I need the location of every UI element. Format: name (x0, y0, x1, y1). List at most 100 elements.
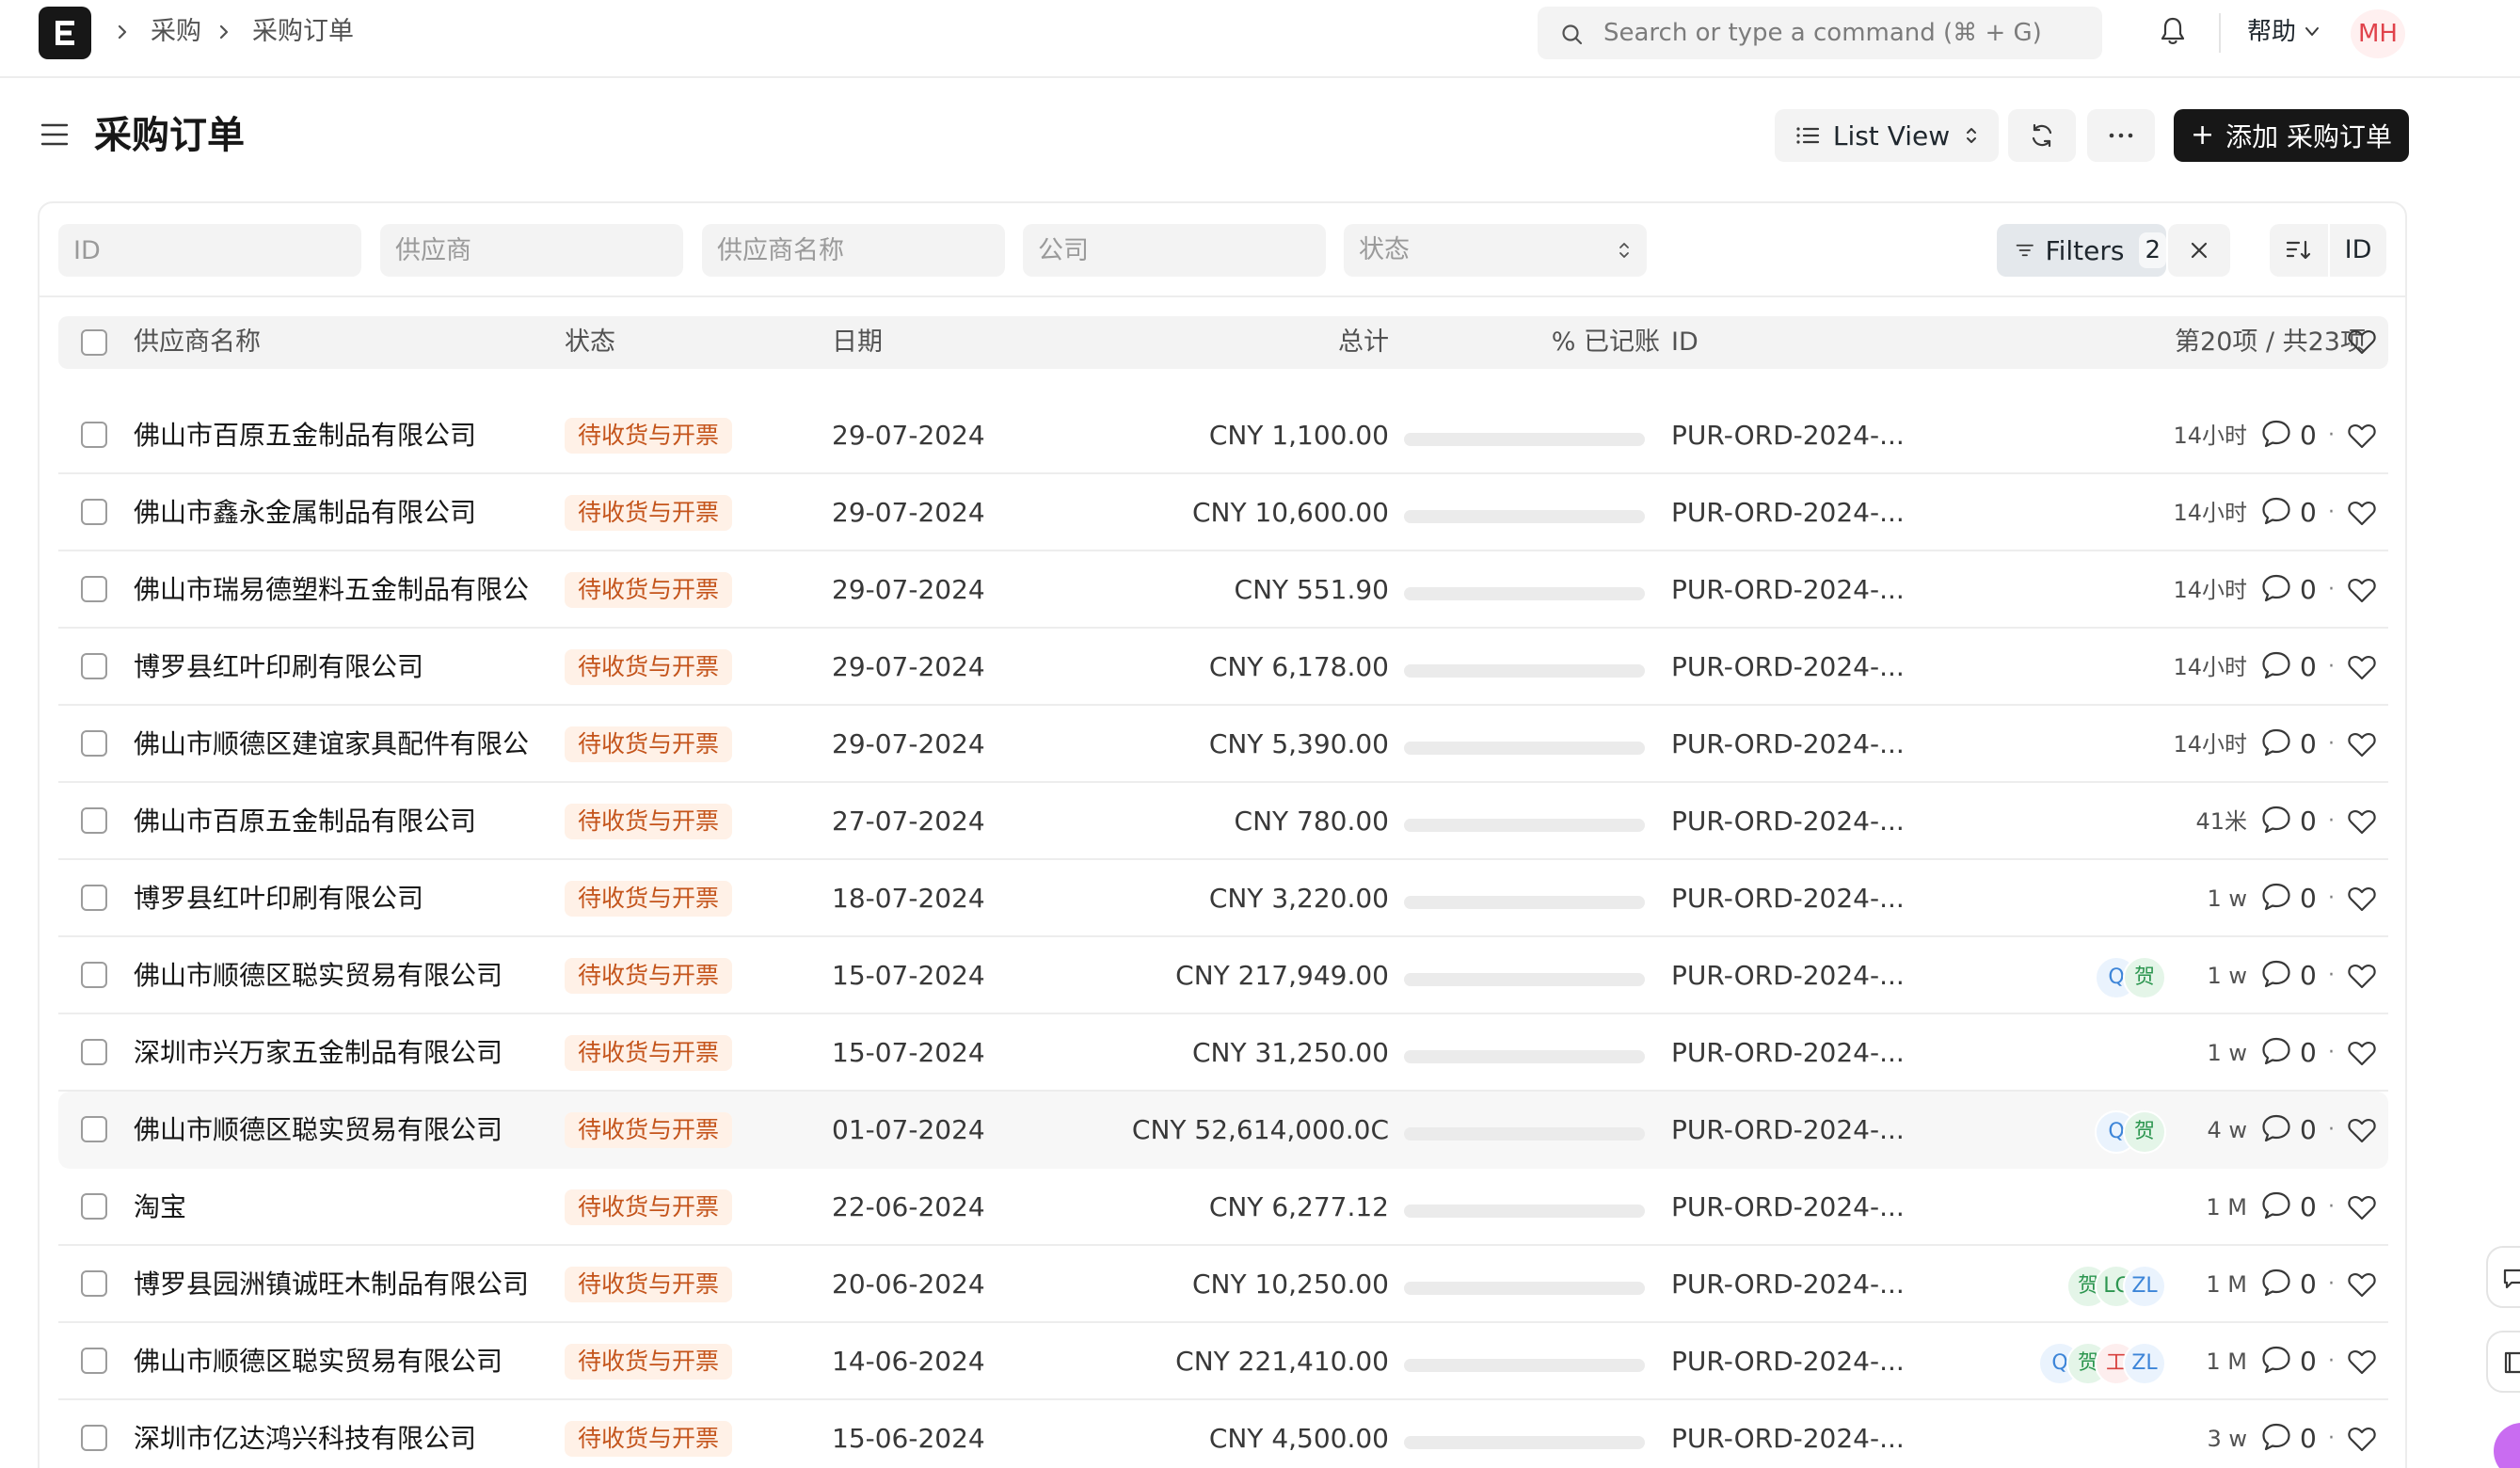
more-actions-button[interactable] (2087, 109, 2155, 162)
filters-button[interactable]: Filters 2 (1997, 224, 2166, 277)
order-id[interactable]: PUR-ORD-2024-... (1671, 418, 1905, 454)
order-id[interactable]: PUR-ORD-2024-... (1671, 958, 1905, 994)
table-row[interactable]: 佛山市顺德区建谊家具配件有限公 待收货与开票 29-07-2024 CNY 5,390… (58, 706, 2388, 783)
row-checkbox[interactable] (81, 885, 107, 911)
add-purchase-order-button[interactable]: + 添加 采购订单 (2174, 109, 2409, 162)
supplier-name[interactable]: 佛山市顺德区聪实贸易有限公司 (134, 958, 602, 994)
status-filter-select[interactable]: 状态 (1344, 224, 1647, 277)
supplier-name[interactable]: 博罗县红叶印刷有限公司 (134, 649, 602, 685)
supplier-name[interactable]: 深圳市兴万家五金制品有限公司 (134, 1035, 602, 1071)
supplier-name[interactable]: 佛山市百原五金制品有限公司 (134, 418, 602, 454)
order-id[interactable]: PUR-ORD-2024-... (1671, 1189, 1905, 1225)
select-all-checkbox[interactable] (81, 329, 107, 356)
heart-icon[interactable] (2347, 962, 2377, 990)
heart-icon[interactable] (2347, 1116, 2377, 1144)
table-row[interactable]: 佛山市顺德区聪实贸易有限公司 待收货与开票 01-07-2024 CNY 52,614… (58, 1092, 2388, 1169)
assignee-avatar[interactable]: ZL (2123, 1265, 2166, 1308)
supplier-name[interactable]: 佛山市顺德区聪实贸易有限公司 (134, 1344, 602, 1380)
comment-icon[interactable] (2260, 726, 2292, 758)
comment-icon[interactable] (2260, 804, 2292, 836)
assignee-avatar[interactable]: ZL (2123, 1342, 2166, 1385)
heart-icon[interactable] (2347, 327, 2377, 356)
comment-icon[interactable] (2260, 1112, 2292, 1144)
search-box[interactable] (1538, 7, 2102, 59)
clear-filters-button[interactable] (2168, 224, 2230, 277)
col-date[interactable]: 日期 (832, 326, 883, 359)
id-filter-input[interactable] (58, 224, 361, 277)
table-row[interactable]: 佛山市百原五金制品有限公司 待收货与开票 29-07-2024 CNY 1,100.0… (58, 397, 2388, 474)
col-id[interactable]: ID (1671, 326, 1699, 359)
sort-field-button[interactable]: ID (2330, 224, 2386, 277)
order-id[interactable]: PUR-ORD-2024-... (1671, 804, 1905, 839)
comment-icon[interactable] (2260, 881, 2292, 913)
row-checkbox[interactable] (81, 1270, 107, 1297)
heart-icon[interactable] (2347, 1425, 2377, 1453)
heart-icon[interactable] (2347, 1348, 2377, 1376)
col-total[interactable]: 总计 (1103, 326, 1389, 359)
comment-icon[interactable] (2260, 572, 2292, 604)
order-id[interactable]: PUR-ORD-2024-... (1671, 1421, 1905, 1457)
supplier-filter-input[interactable] (380, 224, 683, 277)
table-row[interactable]: 博罗县园洲镇诚旺木制品有限公司 待收货与开票 20-06-2024 CNY 10,25… (58, 1246, 2388, 1323)
table-row[interactable]: 佛山市百原五金制品有限公司 待收货与开票 27-07-2024 CNY 780.00 P… (58, 783, 2388, 860)
list-view-switcher[interactable]: List View (1775, 109, 1999, 162)
row-checkbox[interactable] (81, 653, 107, 679)
col-status[interactable]: 状态 (565, 326, 615, 359)
heart-icon[interactable] (2347, 1193, 2377, 1221)
supplier-name[interactable]: 佛山市顺德区聪实贸易有限公司 (134, 1112, 602, 1148)
sort-direction-button[interactable] (2270, 224, 2328, 277)
search-input[interactable] (1603, 7, 2083, 59)
supplier-name[interactable]: 博罗县园洲镇诚旺木制品有限公司 (134, 1267, 602, 1302)
order-id[interactable]: PUR-ORD-2024-... (1671, 726, 1905, 762)
order-id[interactable]: PUR-ORD-2024-... (1671, 1344, 1905, 1380)
comment-icon[interactable] (2260, 1035, 2292, 1067)
assignee-avatar[interactable]: 贺 (2123, 956, 2166, 999)
assignee-avatar[interactable]: 贺 (2123, 1110, 2166, 1154)
col-supplier-name[interactable]: 供应商名称 (134, 326, 261, 359)
comment-icon[interactable] (2260, 1344, 2292, 1376)
comment-icon[interactable] (2260, 495, 2292, 527)
heart-icon[interactable] (2347, 807, 2377, 836)
table-row[interactable]: 淘宝 待收货与开票 22-06-2024 CNY 6,277.12 PUR-ORD-20… (58, 1169, 2388, 1246)
supplier-name[interactable]: 深圳市亿达鸿兴科技有限公司 (134, 1421, 602, 1457)
breadcrumb-purchasing[interactable]: 采购 (151, 15, 201, 49)
row-checkbox[interactable] (81, 1193, 107, 1220)
comment-icon[interactable] (2260, 958, 2292, 990)
chevron-down-icon[interactable] (2304, 24, 2321, 40)
supplier-name[interactable]: 淘宝 (134, 1189, 602, 1225)
app-logo-icon[interactable] (39, 7, 91, 59)
heart-icon[interactable] (2347, 576, 2377, 604)
heart-icon[interactable] (2347, 653, 2377, 681)
help-menu[interactable]: 帮助 (2247, 15, 2296, 49)
comment-icon[interactable] (2260, 418, 2292, 450)
supplier-name[interactable]: 佛山市顺德区建谊家具配件有限公 (134, 726, 602, 762)
heart-icon[interactable] (2347, 499, 2377, 527)
comment-icon[interactable] (2260, 1421, 2292, 1453)
table-row[interactable]: 佛山市顺德区聪实贸易有限公司 待收货与开票 14-06-2024 CNY 221,41… (58, 1323, 2388, 1400)
comment-icon[interactable] (2260, 1267, 2292, 1299)
table-row[interactable]: 佛山市鑫永金属制品有限公司 待收货与开票 29-07-2024 CNY 10,600.… (58, 474, 2388, 551)
order-id[interactable]: PUR-ORD-2024-... (1671, 1035, 1905, 1071)
table-row[interactable]: 博罗县红叶印刷有限公司 待收货与开票 29-07-2024 CNY 6,178.00 P… (58, 629, 2388, 706)
order-id[interactable]: PUR-ORD-2024-... (1671, 1267, 1905, 1302)
heart-icon[interactable] (2347, 1270, 2377, 1299)
order-id[interactable]: PUR-ORD-2024-... (1671, 881, 1905, 917)
row-checkbox[interactable] (81, 422, 107, 448)
refresh-button[interactable] (2008, 109, 2076, 162)
table-row[interactable]: 佛山市瑞易德塑料五金制品有限公 待收货与开票 29-07-2024 CNY 551.9… (58, 551, 2388, 629)
row-checkbox[interactable] (81, 1348, 107, 1374)
heart-icon[interactable] (2347, 730, 2377, 758)
edge-widget-bottom[interactable] (2486, 1331, 2520, 1393)
breadcrumb-purchase-order[interactable]: 采购订单 (252, 15, 354, 49)
col-billed[interactable]: % 已记账 (1404, 326, 1660, 359)
row-checkbox[interactable] (81, 1039, 107, 1065)
order-id[interactable]: PUR-ORD-2024-... (1671, 495, 1905, 531)
supplier-name[interactable]: 佛山市百原五金制品有限公司 (134, 804, 602, 839)
row-checkbox[interactable] (81, 1425, 107, 1451)
row-checkbox[interactable] (81, 499, 107, 525)
heart-icon[interactable] (2347, 885, 2377, 913)
user-avatar[interactable]: MH (2351, 9, 2405, 58)
supplier-name[interactable]: 博罗县红叶印刷有限公司 (134, 881, 602, 917)
row-checkbox[interactable] (81, 807, 107, 834)
order-id[interactable]: PUR-ORD-2024-... (1671, 649, 1905, 685)
